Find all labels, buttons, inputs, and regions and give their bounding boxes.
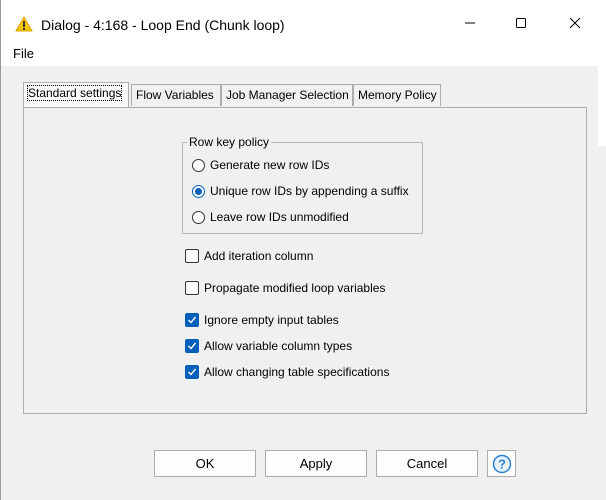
maximize-button[interactable]: [498, 8, 544, 38]
background-window-edge: [598, 66, 606, 146]
tab-label: Memory Policy: [358, 88, 437, 102]
minimize-icon: [465, 22, 475, 24]
warning-triangle-icon: [15, 15, 33, 32]
radio-button[interactable]: [192, 158, 205, 172]
tab-standard-settings[interactable]: Standard settings: [23, 82, 129, 107]
tab-label: Flow Variables: [136, 88, 214, 102]
maximize-icon: [516, 18, 526, 28]
dialog-window: Dialog - 4:168 - Loop End (Chunk loop) F…: [0, 0, 606, 500]
checkbox[interactable]: [185, 339, 199, 353]
window-title: Dialog - 4:168 - Loop End (Chunk loop): [41, 17, 285, 33]
checkbox[interactable]: [185, 249, 199, 263]
radio-button[interactable]: [192, 210, 205, 224]
checkbox-add-iteration-column[interactable]: Add iteration column: [185, 247, 313, 265]
help-question-icon: ?: [492, 454, 511, 473]
checkmark-icon: [188, 316, 197, 324]
checkbox-allow-variable-column-types[interactable]: Allow variable column types: [185, 337, 352, 355]
menu-file[interactable]: File: [13, 46, 34, 61]
checkbox-ignore-empty-input-tables[interactable]: Ignore empty input tables: [185, 311, 339, 329]
menu-bar: File: [1, 42, 606, 66]
checkbox-allow-changing-table-specs[interactable]: Allow changing table specifications: [185, 363, 389, 381]
checkmark-icon: [188, 368, 197, 376]
radio-generate-new-row-ids[interactable]: Generate new row IDs: [192, 156, 329, 174]
checkbox-label: Propagate modified loop variables: [204, 281, 386, 295]
checkbox-label: Add iteration column: [204, 249, 314, 263]
close-icon: [569, 17, 581, 29]
title-bar[interactable]: Dialog - 4:168 - Loop End (Chunk loop): [1, 0, 606, 42]
checkbox[interactable]: [185, 313, 199, 327]
tab-memory-policy[interactable]: Memory Policy: [353, 84, 441, 106]
cancel-button[interactable]: Cancel: [376, 450, 478, 477]
radio-label: Generate new row IDs: [210, 158, 330, 172]
checkbox-label: Ignore empty input tables: [204, 313, 339, 327]
ok-button[interactable]: OK: [154, 450, 256, 477]
tab-job-manager-selection[interactable]: Job Manager Selection: [221, 84, 353, 106]
radio-leave-row-ids-unmodified[interactable]: Leave row IDs unmodified: [192, 208, 349, 226]
row-key-policy-title: Row key policy: [187, 135, 272, 149]
minimize-button[interactable]: [447, 8, 493, 38]
radio-unique-row-ids-suffix[interactable]: Unique row IDs by appending a suffix: [192, 182, 409, 200]
help-button[interactable]: ?: [487, 450, 516, 477]
apply-button[interactable]: Apply: [265, 450, 367, 477]
radio-label: Unique row IDs by appending a suffix: [210, 184, 409, 198]
checkbox-label: Allow variable column types: [204, 339, 353, 353]
close-button[interactable]: [552, 8, 598, 38]
checkbox-propagate-loop-variables[interactable]: Propagate modified loop variables: [185, 279, 385, 297]
tab-label: Standard settings: [26, 85, 123, 101]
svg-text:?: ?: [498, 456, 506, 471]
checkmark-icon: [188, 342, 197, 350]
tab-label: Job Manager Selection: [226, 88, 349, 102]
radio-label: Leave row IDs unmodified: [210, 210, 349, 224]
tab-flow-variables[interactable]: Flow Variables: [131, 84, 221, 106]
checkbox-label: Allow changing table specifications: [204, 365, 390, 379]
checkbox[interactable]: [185, 365, 199, 379]
radio-button[interactable]: [192, 184, 205, 198]
checkbox[interactable]: [185, 281, 199, 295]
